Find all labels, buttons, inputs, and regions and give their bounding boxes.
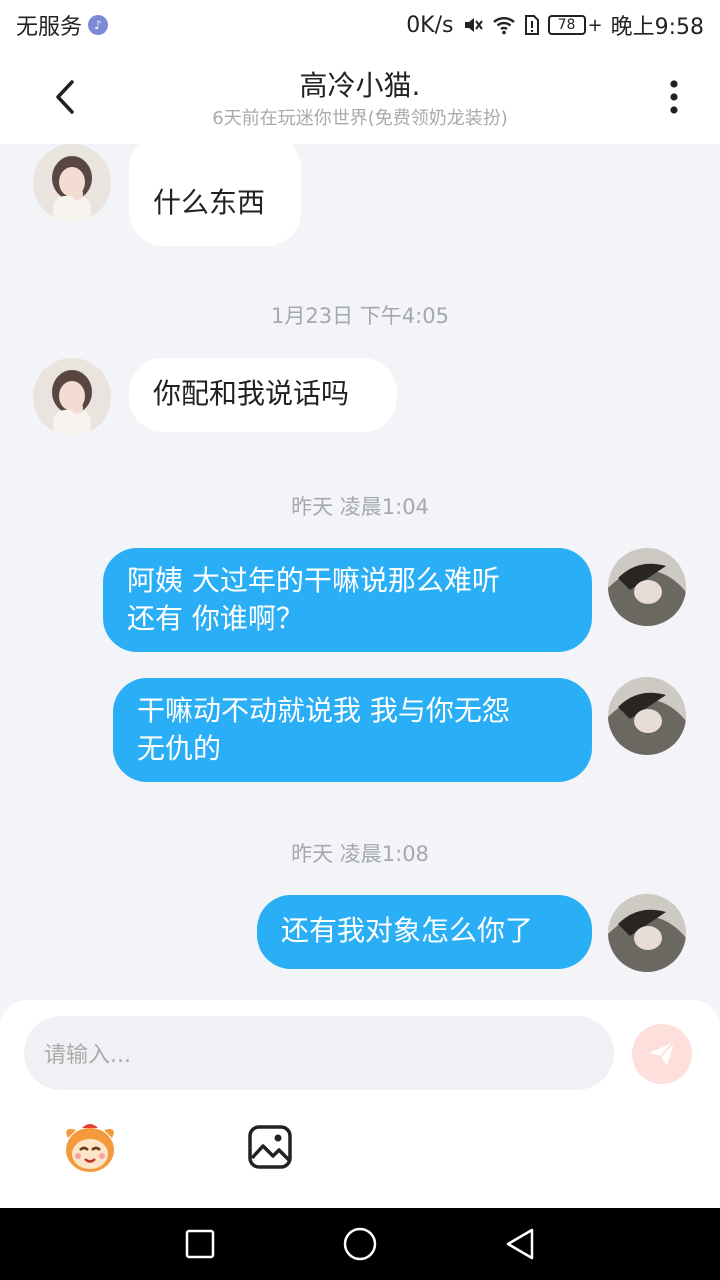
music-icon: ♪ — [88, 15, 109, 35]
message-timestamp: 1月23日 下午4:05 — [271, 304, 449, 328]
image-icon[interactable] — [247, 1124, 293, 1170]
message-timestamp: 昨天 凌晨1:08 — [291, 842, 429, 866]
my-avatar[interactable] — [608, 894, 686, 972]
home-icon[interactable] — [342, 1226, 378, 1262]
charging-icon: + — [587, 14, 603, 36]
status-bar: 无服务 ♪ 0K/s 78 + 晚上9:58 — [0, 0, 720, 50]
send-icon — [649, 1041, 675, 1066]
system-nav-bar — [0, 1208, 720, 1280]
send-button[interactable] — [632, 1024, 692, 1084]
message-input[interactable]: 请输入... — [24, 1016, 614, 1090]
message-bubble-outgoing[interactable]: 阿姨 大过年的干嘛说那么难听 还有 你谁啊？ — [103, 548, 592, 652]
message-timestamp: 昨天 凌晨1:04 — [291, 495, 429, 519]
message-text: 还有我对象怎么你了 — [281, 914, 534, 947]
contact-name: 高冷小猫. — [299, 69, 421, 102]
contact-avatar[interactable] — [33, 144, 111, 222]
wifi-icon — [492, 15, 516, 35]
chat-header: 高冷小猫. 6天前在玩迷你世界(免费领奶龙装扮) — [0, 50, 720, 144]
message-list[interactable]: 什么东西 1月23日 下午4:05 你配和我说话吗 昨天 凌晨1:04 阿姨 大… — [0, 144, 720, 1000]
carrier-text: 无服务 — [16, 15, 83, 40]
message-bubble-incoming[interactable]: 什么东西 — [129, 144, 301, 246]
contact-avatar[interactable] — [33, 358, 111, 436]
message-bubble-incoming[interactable]: 你配和我说话吗 — [129, 358, 397, 432]
battery-icon: 78 — [547, 15, 586, 35]
message-text: 什么东西 — [153, 186, 266, 219]
message-text: 你配和我说话吗 — [153, 377, 350, 410]
message-text-line: 干嘛动不动就说我 我与你无怨 — [137, 694, 510, 727]
my-avatar[interactable] — [608, 677, 686, 755]
more-icon[interactable] — [654, 72, 694, 122]
back-nav-icon[interactable] — [502, 1226, 538, 1262]
message-bubble-outgoing[interactable]: 还有我对象怎么你了 — [257, 895, 592, 969]
my-avatar[interactable] — [608, 548, 686, 626]
clock: 晚上9:58 — [610, 15, 704, 40]
mute-icon — [462, 14, 484, 36]
message-text-line: 阿姨 大过年的干嘛说那么难听 — [127, 564, 500, 597]
contact-status: 6天前在玩迷你世界(免费领奶龙装扮) — [212, 108, 508, 129]
composer: 请输入... — [0, 1000, 720, 1208]
message-text-line: 还有 你谁啊？ — [127, 602, 304, 635]
recent-apps-icon[interactable] — [182, 1226, 218, 1262]
network-speed: 0K/s — [406, 12, 454, 38]
emoji-mascot-icon[interactable] — [60, 1120, 120, 1176]
input-placeholder: 请输入... — [44, 1043, 131, 1068]
message-bubble-outgoing[interactable]: 干嘛动不动就说我 我与你无怨 无仇的 — [113, 678, 592, 782]
message-text-line: 无仇的 — [137, 732, 222, 765]
sim-alert-icon — [524, 14, 540, 36]
